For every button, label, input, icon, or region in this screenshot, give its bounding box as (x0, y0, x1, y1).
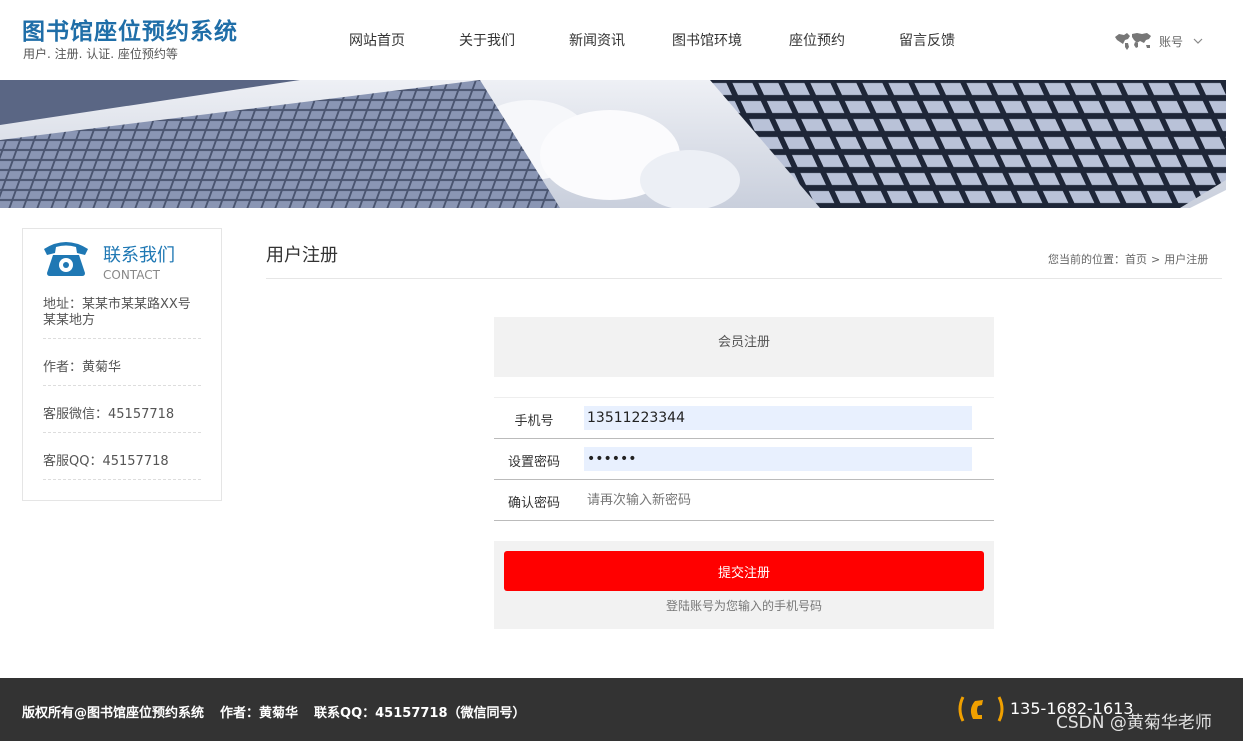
contact-subtitle: CONTACT (103, 268, 160, 282)
footer-info: 版权所有@图书馆座位预约系统 作者：黄菊华 联系QQ：45157718（微信同号） (22, 702, 542, 721)
nav-reservation[interactable]: 座位预约 (762, 30, 872, 52)
form-heading: 会员注册 (494, 317, 994, 377)
chevron-down-icon (1193, 38, 1203, 44)
breadcrumb: 您当前的位置：首页 > 用户注册 (1048, 251, 1208, 267)
phone-label: 手机号 (514, 414, 554, 429)
breadcrumb-prefix: 您当前的位置： (1048, 253, 1125, 266)
nav-about[interactable]: 关于我们 (432, 30, 542, 52)
password-row: 设置密码 (494, 439, 994, 480)
page-title: 用户注册 (266, 245, 338, 266)
account-menu[interactable]: 账号 (1113, 31, 1209, 51)
confirm-password-label: 确认密码 (507, 496, 560, 511)
password-label: 设置密码 (507, 455, 560, 470)
form-note: 登陆账号为您输入的手机号码 (665, 599, 822, 613)
footer-contact: 联系QQ：45157718（微信同号） (314, 706, 526, 721)
footer-author: 作者：黄菊华 (220, 706, 299, 721)
title-divider (266, 278, 1222, 279)
hero-banner (0, 80, 1226, 208)
contact-sidebar: 联系我们 CONTACT 地址：某某市某某路XX号某某地方 作者：黄菊华 客服微… (22, 228, 222, 501)
telephone-icon (44, 242, 88, 276)
nav-feedback[interactable]: 留言反馈 (872, 30, 982, 52)
nav-environment[interactable]: 图书馆环境 (652, 30, 762, 52)
form-footer: 提交注册 登陆账号为您输入的手机号码 (494, 541, 994, 629)
phone-call-icon (958, 696, 1004, 722)
phone-input[interactable] (584, 406, 972, 430)
contact-qq: 客服QQ：45157718 (43, 454, 201, 480)
contact-wechat: 客服微信：45157718 (43, 407, 201, 433)
site-title[interactable]: 图书馆座位预约系统 (22, 12, 238, 46)
site-footer: 版权所有@图书馆座位预约系统 作者：黄菊华 联系QQ：45157718（微信同号） … (0, 678, 1243, 741)
main-nav: 网站首页 关于我们 新闻资讯 图书馆环境 座位预约 留言反馈 (322, 30, 982, 52)
contact-header: 联系我们 CONTACT (41, 237, 206, 287)
phone-row: 手机号 (494, 398, 994, 439)
nav-news[interactable]: 新闻资讯 (542, 30, 652, 52)
breadcrumb-current: 用户注册 (1164, 253, 1209, 266)
contact-title: 联系我们 (103, 245, 175, 266)
world-map-icon (1115, 33, 1151, 50)
contact-author: 作者：黄菊华 (43, 360, 201, 386)
contact-address: 地址：某某市某某路XX号某某地方 (43, 297, 201, 339)
confirm-password-row: 确认密码 (494, 480, 994, 521)
site-header: 图书馆座位预约系统 用户. 注册. 认证. 座位预约等 网站首页 关于我们 新闻… (0, 0, 1243, 80)
submit-register-button[interactable]: 提交注册 (504, 551, 984, 591)
breadcrumb-separator: > (1151, 253, 1161, 266)
password-input[interactable] (584, 447, 972, 471)
confirm-password-input[interactable] (584, 488, 972, 512)
nav-home[interactable]: 网站首页 (322, 30, 432, 52)
site-subtitle: 用户. 注册. 认证. 座位预约等 (23, 47, 178, 61)
building-banner-image (0, 80, 1226, 208)
watermark: CSDN @黄菊华老师 (1056, 713, 1212, 733)
breadcrumb-home[interactable]: 首页 (1125, 253, 1147, 266)
footer-copyright: 版权所有@图书馆座位预约系统 (22, 706, 205, 721)
account-label: 账号 (1159, 34, 1184, 49)
